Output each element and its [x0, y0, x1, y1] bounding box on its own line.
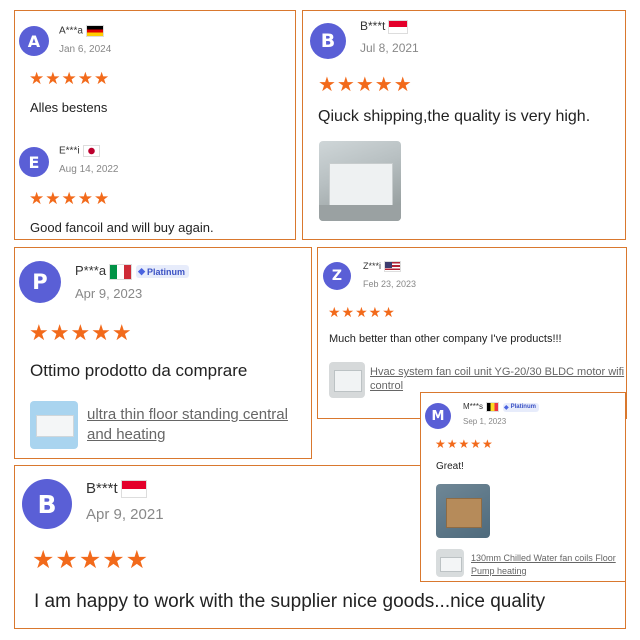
review-date: Apr 9, 2023	[75, 286, 143, 301]
fan-coil-unit-image	[334, 370, 362, 392]
rating-stars: ★★★★★	[32, 546, 150, 574]
belgium-flag	[486, 402, 500, 412]
avatar: Z	[323, 262, 351, 290]
review-date: Aug 14, 2022	[59, 164, 119, 175]
review-text: I am happy to work with the supplier nic…	[34, 591, 546, 612]
avatar: A	[19, 26, 49, 56]
avatar: M	[425, 403, 451, 429]
diamond-icon: ◆	[504, 404, 509, 411]
review-photo[interactable]	[319, 141, 401, 221]
product-thumbnail[interactable]	[30, 401, 78, 449]
review-text: Qiuck shipping,the quality is very high.	[318, 108, 591, 125]
fan-coil-unit-image	[36, 415, 74, 437]
japan-flag	[82, 145, 100, 157]
product-thumbnail[interactable]	[436, 549, 464, 577]
review-card: M M***s ◆ Platinum Sep 1, 2023 ★★★★★ Great…	[420, 392, 626, 582]
review-text: Great!	[436, 461, 464, 472]
singapore-flag	[120, 480, 147, 499]
rating-stars: ★★★★★	[29, 189, 111, 208]
usa-flag	[384, 261, 402, 273]
floor-shadow	[319, 205, 401, 221]
rating-stars: ★★★★★	[435, 437, 494, 451]
review-date: Jan 6, 2024	[59, 44, 112, 55]
review-text: Ottimo prodotto da comprare	[30, 361, 248, 380]
review-text: Good fancoil and will buy again.	[30, 220, 214, 235]
rating-stars: ★★★★★	[328, 304, 396, 320]
reviewer-name: B***t	[360, 19, 409, 34]
reviewer-name: P***a ◆ Platinum	[75, 263, 190, 280]
rating-stars: ★★★★★	[318, 74, 413, 96]
rating-stars: ★★★★★	[29, 69, 111, 88]
review-text: Much better than other company I've prod…	[329, 333, 562, 345]
avatar: B	[310, 23, 346, 59]
singapore-flag	[388, 19, 409, 34]
product-link[interactable]: Hvac system fan coil unit YG-20/30 BLDC …	[370, 365, 626, 393]
fan-coil-unit-image	[329, 163, 393, 207]
rating-stars: ★★★★★	[29, 320, 133, 345]
avatar: B	[22, 479, 72, 529]
reviewer-name: B***t	[86, 480, 147, 499]
reviewer-name: E***i	[59, 145, 100, 157]
review-date: Sep 1, 2023	[463, 417, 507, 426]
review-date: Jul 8, 2021	[360, 41, 419, 55]
review-photo[interactable]	[436, 484, 490, 538]
product-link[interactable]: ultra thin floor standing central and he…	[87, 405, 311, 445]
reviewer-name: Z***i	[363, 261, 402, 273]
review-date: Apr 9, 2021	[86, 506, 164, 523]
germany-flag	[85, 25, 104, 37]
platinum-badge: ◆ Platinum	[503, 402, 539, 412]
diamond-icon: ◆	[138, 266, 145, 277]
reviewer-name: M***s ◆ Platinum	[463, 402, 539, 412]
fan-coil-unit-image	[440, 557, 462, 572]
review-card: B B***t Jul 8, 2021 ★★★★★ Qiuck shipping…	[302, 10, 626, 240]
reviewer-name: A***a	[59, 25, 104, 37]
review-card: A A***a Jan 6, 2024 ★★★★★ Alles bestens …	[14, 10, 296, 240]
italy-flag	[109, 263, 133, 280]
product-link[interactable]: 130mm Chilled Water fan coils Floor Pump…	[471, 552, 625, 578]
avatar: E	[19, 147, 49, 177]
avatar: P	[19, 261, 61, 303]
package-box-image	[446, 498, 482, 528]
review-card: P P***a ◆ Platinum Apr 9, 2023 ★★★★★ Ottim…	[14, 247, 312, 459]
product-thumbnail[interactable]	[329, 362, 365, 398]
review-text: Alles bestens	[30, 100, 108, 115]
review-date: Feb 23, 2023	[363, 279, 417, 289]
platinum-badge: ◆ Platinum	[136, 265, 190, 279]
